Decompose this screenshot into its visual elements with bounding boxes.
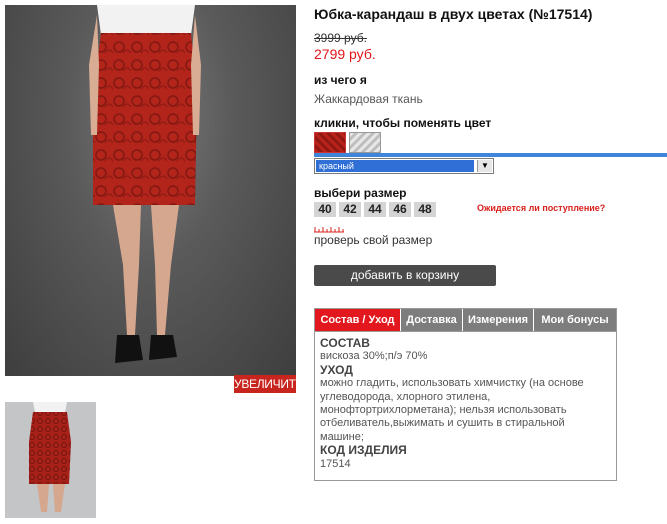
grey-swatch-button[interactable] [349,132,381,153]
model-skirt-illustration [89,5,201,363]
size-option[interactable]: 42 [339,202,361,217]
size-label: выбери размер [314,186,407,200]
size-option[interactable]: 44 [364,202,386,217]
main-product-image[interactable] [5,5,296,376]
add-to-cart-button[interactable]: добавить в корзину [314,265,496,286]
size-options: 40 42 44 46 48 [314,202,436,217]
notify-availability-link[interactable]: Ожидается ли поступление? [477,203,605,213]
size-option[interactable]: 40 [314,202,336,217]
tab-measurements[interactable]: Измерения [463,309,534,331]
tab-bonuses[interactable]: Мои бонусы [534,309,616,331]
material-value: Жаккардовая ткань [314,92,423,106]
color-select-value: красный [316,160,474,172]
size-option[interactable]: 46 [389,202,411,217]
care-text: можно гладить, использовать химчистку (н… [320,377,584,443]
color-label: кликни, чтобы поменять цвет [314,116,492,130]
composition-value: вискоза 30%;п/э 70% [320,350,428,363]
color-select[interactable]: красный ▼ [314,158,494,174]
thumbnail-image[interactable] [5,402,96,518]
composition-heading: СОСТАВ [320,336,370,350]
new-price: 2799 руб. [314,46,376,62]
tab-content: СОСТАВ вискоза 30%;п/э 70% УХОД можно гл… [315,332,616,471]
tab-delivery[interactable]: Доставка [401,309,463,331]
chevron-down-icon[interactable]: ▼ [477,160,492,172]
tab-bar: Состав / Уход Доставка Измерения Мои бон… [315,309,616,332]
red-swatch-button[interactable] [314,132,346,153]
size-option[interactable]: 48 [414,202,436,217]
zoom-button[interactable]: УВЕЛИЧИТЬ [234,375,304,393]
check-size-link[interactable]: проверь свой размер [314,233,432,247]
material-label: из чего я [314,73,367,87]
tab-composition-care[interactable]: Состав / Уход [315,309,401,331]
code-heading: КОД ИЗДЕЛИЯ [320,443,407,458]
old-price: 3999 руб. [314,31,367,45]
care-heading: УХОД [320,362,353,377]
thumbnail-model-illustration [5,402,96,518]
color-divider [314,153,667,157]
product-info-tabs: Состав / Уход Доставка Измерения Мои бон… [314,308,617,481]
product-title: Юбка-карандаш в двух цветах (№17514) [314,6,593,22]
code-value: 17514 [320,457,351,470]
